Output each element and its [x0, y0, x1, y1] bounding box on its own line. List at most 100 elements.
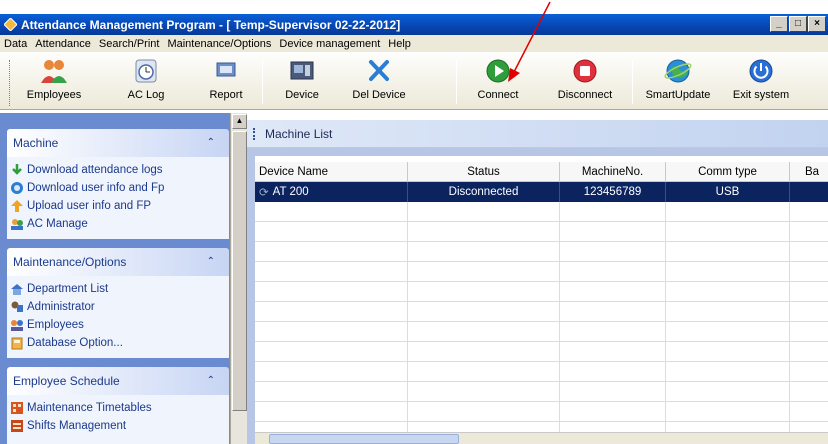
menu-attendance[interactable]: Attendance — [35, 38, 91, 50]
cell-device-name[interactable]: ⟳ AT 200 — [255, 182, 408, 202]
sidebar-item-download-attendance-logs[interactable]: Download attendance logs — [7, 161, 229, 179]
maximize-button[interactable]: □ — [789, 16, 807, 32]
ac-log-button[interactable]: AC Log — [118, 57, 174, 107]
empty-cell — [408, 242, 560, 262]
minimize-button[interactable]: _ — [770, 16, 788, 32]
close-button[interactable]: × — [808, 16, 826, 32]
sidebar-item-administrator[interactable]: Administrator — [7, 298, 229, 316]
empty-cell — [560, 342, 666, 362]
power-icon — [749, 59, 773, 83]
section-header-machine[interactable]: Machine ⌃ — [7, 129, 229, 157]
cell-machine-no[interactable]: 123456789 — [560, 182, 666, 202]
section-header-employee-schedule[interactable]: Employee Schedule ⌃ — [7, 367, 229, 395]
sidebar-item-upload-user-info[interactable]: Upload user info and FP — [7, 197, 229, 215]
del-device-label: Del Device — [352, 89, 406, 101]
cell-ba[interactable] — [790, 182, 828, 202]
sidebar-item-employees[interactable]: Employees — [7, 316, 229, 334]
download-icon — [12, 164, 22, 175]
column-header-device-name[interactable]: Device Name — [255, 162, 408, 182]
scroll-up-arrow-icon[interactable]: ▲ — [232, 114, 247, 129]
empty-table-row — [255, 282, 828, 302]
device-button[interactable]: Device — [272, 57, 332, 107]
sidebar-item-ac-manage[interactable]: AC Manage — [7, 215, 229, 233]
empty-cell — [255, 242, 408, 262]
empty-cell — [666, 402, 790, 422]
empty-cell — [790, 322, 828, 342]
section-title: Maintenance/Options — [13, 255, 127, 269]
collapse-chevron-icon[interactable]: ⌃ — [207, 137, 215, 148]
sidebar-item-label: Shifts Management — [27, 420, 127, 432]
window-titlebar: Attendance Management Program - [ Temp-S… — [0, 14, 828, 35]
column-header-machine-no[interactable]: MachineNo. — [560, 162, 666, 182]
delete-icon — [369, 60, 389, 81]
del-device-button[interactable]: Del Device — [346, 57, 412, 107]
sidebar-item-download-user-info[interactable]: Download user info and Fp — [7, 179, 229, 197]
horizontal-scrollbar-thumb[interactable] — [269, 434, 459, 444]
cell-comm-type[interactable]: USB — [666, 182, 790, 202]
exit-system-button[interactable]: Exit system — [728, 57, 794, 107]
timetable-icon — [11, 402, 23, 414]
empty-cell — [790, 302, 828, 322]
empty-cell — [790, 262, 828, 282]
sidebar-item-label: Administrator — [27, 301, 95, 313]
empty-cell — [560, 362, 666, 382]
column-header-comm-type[interactable]: Comm type — [666, 162, 790, 182]
empty-cell — [790, 362, 828, 382]
menu-bar: Data Attendance Search/Print Maintenance… — [0, 35, 828, 53]
collapse-chevron-icon[interactable]: ⌃ — [207, 256, 215, 267]
horizontal-scrollbar[interactable] — [255, 432, 828, 444]
connect-button[interactable]: Connect — [466, 57, 530, 107]
sidebar-item-department-list[interactable]: Department List — [7, 280, 229, 298]
empty-cell — [408, 302, 560, 322]
menu-search-print[interactable]: Search/Print — [99, 38, 160, 50]
empty-cell — [408, 382, 560, 402]
menu-help[interactable]: Help — [388, 38, 411, 50]
table-row[interactable]: ⟳ AT 200 Disconnected 123456789 USB — [255, 182, 828, 202]
empty-cell — [666, 302, 790, 322]
report-icon — [216, 62, 236, 77]
empty-cell — [666, 222, 790, 242]
sync-icon: ⟳ — [259, 187, 269, 199]
empty-cell — [255, 382, 408, 402]
sidebar-item-shifts-management[interactable]: Shifts Management — [7, 417, 229, 435]
menu-device-management[interactable]: Device management — [279, 38, 380, 50]
empty-cell — [790, 222, 828, 242]
database-icon — [11, 337, 23, 350]
smartupdate-button[interactable]: SmartUpdate — [640, 57, 716, 107]
machine-list-header: Machine List — [247, 120, 828, 148]
empty-cell — [560, 282, 666, 302]
empty-cell — [790, 282, 828, 302]
report-button[interactable]: Report — [196, 57, 256, 107]
column-header-ba[interactable]: Ba — [790, 162, 828, 182]
empty-table-row — [255, 402, 828, 422]
sidebar-item-label: Upload user info and FP — [27, 200, 152, 212]
employees-button[interactable]: Employees — [22, 57, 86, 107]
toolbar-grip — [9, 60, 12, 106]
scrollbar-thumb[interactable] — [232, 131, 247, 411]
connect-label: Connect — [477, 89, 519, 101]
empty-table-row — [255, 322, 828, 342]
empty-cell — [255, 362, 408, 382]
disconnect-button[interactable]: Disconnect — [550, 57, 620, 107]
department-icon — [11, 284, 23, 295]
menu-maintenance-options[interactable]: Maintenance/Options — [167, 38, 271, 50]
cell-status[interactable]: Disconnected — [408, 182, 560, 202]
sidebar-scrollbar[interactable]: ▲ — [230, 113, 247, 444]
empty-cell — [560, 302, 666, 322]
menu-data[interactable]: Data — [4, 38, 27, 50]
column-header-status[interactable]: Status — [408, 162, 560, 182]
sidebar-item-database-option[interactable]: Database Option... — [7, 334, 229, 352]
section-header-maintenance-options[interactable]: Maintenance/Options ⌃ — [7, 248, 229, 276]
panel-grip-icon — [253, 127, 257, 140]
empty-cell — [408, 222, 560, 242]
sidebar-item-label: Download attendance logs — [27, 164, 163, 176]
upload-icon — [11, 200, 23, 212]
empty-cell — [408, 282, 560, 302]
empty-cell — [408, 322, 560, 342]
empty-cell — [666, 382, 790, 402]
empty-cell — [255, 342, 408, 362]
empty-cell — [790, 242, 828, 262]
collapse-chevron-icon[interactable]: ⌃ — [207, 375, 215, 386]
sidebar-item-label: Employees — [27, 319, 84, 331]
sidebar-item-maintenance-timetables[interactable]: Maintenance Timetables — [7, 399, 229, 417]
